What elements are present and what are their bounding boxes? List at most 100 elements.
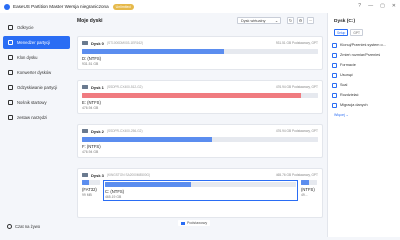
main-panel: Moje dyski Dysk wirtualny ⌄ ↻ ⚙ ⋯ Dysk 0… [75, 13, 325, 237]
close-button[interactable]: ✕ [392, 3, 396, 9]
disk-model: (SSDPR-CX400-512-G2) [106, 85, 143, 89]
unlimited-badge: Unlimited [112, 3, 134, 10]
partition-name: C: (NTFS) [105, 188, 125, 194]
partition-usage-bar[interactable] [82, 93, 318, 98]
setup-tag: Setup [334, 29, 349, 36]
virtual-disk-select[interactable]: Dysk wirtualny ⌄ [237, 17, 281, 24]
partition-name: (NTFS) [301, 186, 315, 192]
sidebar-item-boot-media[interactable]: Nośnik startowy [3, 96, 70, 109]
maximize-button[interactable]: ▢ [380, 3, 385, 9]
sidebar-item-label: zestaw narzędzi [17, 115, 48, 120]
partition-manager-icon [8, 40, 13, 45]
more-actions-link[interactable]: Więcej ⌄ [334, 113, 396, 117]
sidebar-item-disk-clone[interactable]: Klon dysku [3, 51, 70, 64]
usage-fill [82, 93, 302, 98]
disk-model: (ST1000DM003-1ER162) [106, 41, 144, 45]
usage-fill [82, 137, 212, 142]
discover-icon [8, 25, 13, 30]
sidebar-item-toolkit[interactable]: zestaw narzędzi [3, 111, 70, 124]
disk-name: Dysk 3 [91, 172, 104, 178]
format-icon [332, 62, 337, 68]
sidebar-item-label: Klon dysku [17, 55, 38, 60]
disk-card[interactable]: Dysk 0 (ST1000DM003-1ER162) 931.51 GB Po… [77, 36, 323, 70]
disk-icon [82, 129, 88, 133]
disk-icon [82, 173, 88, 177]
partition-usage-bar[interactable] [82, 137, 318, 142]
usage-fill [82, 180, 90, 185]
partition-block[interactable]: (NTFS) 49... [301, 180, 317, 201]
partition-name: E: (NTFS) [82, 99, 101, 105]
partition-size: 931.51 GB [82, 61, 99, 66]
disk-card[interactable]: Dysk 1 (SSDPR-CX400-512-G2) 476.94 GB Po… [77, 80, 323, 114]
usage-fill [82, 49, 224, 54]
boot-media-icon [8, 100, 13, 105]
sidebar-item-partition-manager[interactable]: Menedżer partycji [3, 36, 70, 49]
sidebar: Odkrycie Menedżer partycji Klon dysku Ko… [0, 13, 73, 237]
disk-size: 931.51 GB Podstawowy, GPT [275, 41, 318, 45]
disk-name: Dysk 1 [91, 84, 104, 90]
legend: Podstawowy [178, 220, 211, 226]
more-icon[interactable]: ⋯ [307, 17, 314, 24]
live-chat-link[interactable]: Czat na żywo [7, 224, 40, 229]
disk-size: 465.76 GB Podstawowy, GPT [275, 173, 318, 177]
action-resize[interactable]: Zmień rozmiar/Przenieś [332, 50, 396, 60]
disk-card[interactable]: Dysk 3 (KINGSTON SA2000M8500G) 465.76 GB… [77, 168, 323, 218]
disk-icon [82, 85, 88, 89]
partition-block-selected[interactable]: C: (NTFS) 465.19 GB [103, 180, 298, 201]
action-label: Klonuj/Przenieś system o... [340, 43, 386, 47]
action-clone-system[interactable]: Klonuj/Przenieś system o... [332, 40, 396, 50]
action-format[interactable]: Formacie [332, 60, 396, 70]
title-bar: EaseUS Partition Master Wersja niegranic… [0, 0, 400, 13]
disk-size: 476.94 GB Podstawowy, GPT [275, 85, 318, 89]
sidebar-item-label: Nośnik startowy [17, 100, 47, 105]
minimize-button[interactable]: — [368, 3, 373, 9]
merge-icon [332, 82, 337, 88]
action-label: Migracja danych [340, 103, 368, 107]
split-icon [332, 92, 337, 98]
sidebar-item-label: Menedżer partycji [17, 40, 51, 45]
delete-icon [332, 72, 337, 78]
disk-size: 476.94 GB Podstawowy, GPT [275, 129, 318, 133]
action-delete[interactable]: Usunąć [332, 70, 396, 80]
action-label: Formacie [340, 63, 356, 67]
partition-name: D: (NTFS) [82, 55, 102, 61]
action-split[interactable]: Rozdzielać [332, 90, 396, 100]
partition-usage-bar[interactable] [82, 49, 318, 54]
sidebar-item-label: Odkrycie [17, 25, 34, 30]
usage-fill [105, 182, 191, 187]
usage-fill [301, 180, 309, 185]
chat-icon [7, 224, 12, 229]
action-merge[interactable]: Scal [332, 80, 396, 90]
app-logo-icon [4, 3, 10, 10]
partition-name: F: (NTFS) [82, 143, 101, 149]
live-chat-label: Czat na żywo [15, 224, 41, 229]
operations-panel: Dysk (C:) Setup GPT Klonuj/Przenieś syst… [327, 13, 400, 237]
action-migrate[interactable]: Migracja danych [332, 100, 396, 110]
sidebar-item-label: Odzyskiwanie partycji [17, 85, 58, 90]
clone-system-icon [332, 42, 337, 48]
selected-disk-title: Dysk (C:) [334, 19, 356, 24]
refresh-icon[interactable]: ↻ [287, 17, 294, 24]
sidebar-item-partition-recovery[interactable]: Odzyskiwanie partycji [3, 81, 70, 94]
sidebar-item-disk-converter[interactable]: Konwerter dysków [3, 66, 70, 79]
action-label: Usunąć [340, 73, 353, 77]
partition-size: 99 MB [82, 192, 92, 197]
disk-converter-icon [8, 70, 13, 75]
partition-size: 476.94 GB [82, 105, 99, 110]
toolkit-icon [8, 115, 13, 120]
sidebar-item-discover[interactable]: Odkrycie [3, 21, 70, 34]
help-button[interactable]: ? [358, 3, 361, 9]
partition-size: 465.19 GB [105, 194, 122, 199]
disk-card[interactable]: Dysk 2 (SSDPR-CX400-256-G2) 476.94 GB Po… [77, 124, 323, 158]
partition-name: (FAT32) [82, 186, 97, 192]
legend-label: Podstawowy [187, 221, 208, 225]
action-label: Rozdzielać [340, 93, 359, 97]
partition-block[interactable]: (FAT32) 99 MB [82, 180, 100, 201]
action-label: Scal [340, 83, 348, 87]
gpt-tag: GPT [350, 29, 363, 36]
disk-name: Dysk 0 [91, 40, 104, 46]
settings-icon[interactable]: ⚙ [297, 17, 304, 24]
partition-recovery-icon [8, 85, 13, 90]
legend-swatch [181, 221, 185, 225]
migrate-icon [332, 102, 337, 108]
